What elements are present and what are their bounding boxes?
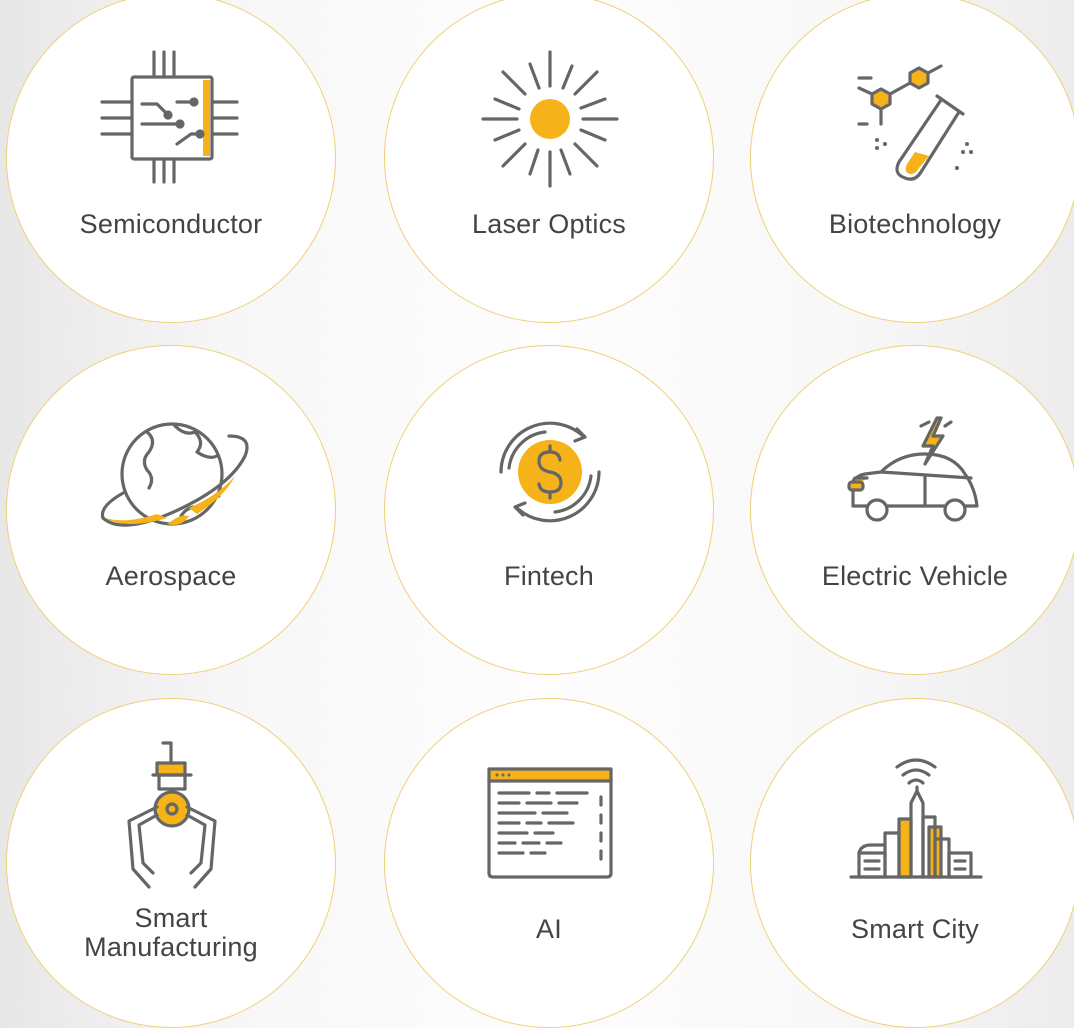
sun-burst-icon xyxy=(481,50,619,188)
industry-tile-smart-manufacturing[interactable]: Smart Manufacturing xyxy=(6,698,336,1028)
code-window-icon xyxy=(487,767,613,879)
industry-label-line: Manufacturing xyxy=(84,932,258,962)
industry-label: AI xyxy=(536,914,562,944)
planet-icon xyxy=(100,422,249,527)
industry-label: Smart City xyxy=(850,914,979,944)
industry-label: Fintech xyxy=(504,561,594,591)
industry-tile-semiconductor[interactable]: Semiconductor xyxy=(6,0,336,323)
industry-label: Aerospace xyxy=(105,561,237,591)
test-tube-molecule-icon xyxy=(857,64,973,181)
industry-tile-biotechnology[interactable]: Biotechnology xyxy=(750,0,1074,323)
industry-label: Smart Manufacturing xyxy=(7,904,335,962)
electric-car-icon xyxy=(847,416,979,522)
industry-label: Biotechnology xyxy=(828,209,1002,239)
industry-label-line: Smart xyxy=(134,903,208,933)
industry-tile-ai[interactable]: AI xyxy=(384,698,714,1028)
industry-label: Semiconductor xyxy=(79,209,263,239)
industry-tile-smart-city[interactable]: Smart City xyxy=(750,698,1074,1028)
industry-tile-aerospace[interactable]: Aerospace xyxy=(6,345,336,675)
industry-grid: Semiconductor Laser Optics Biotechnology… xyxy=(0,0,1074,1028)
industry-label: Laser Optics xyxy=(472,209,626,239)
industry-tile-fintech[interactable]: Fintech xyxy=(384,345,714,675)
robotic-claw-icon xyxy=(127,741,217,889)
industry-label: Electric Vehicle xyxy=(821,561,1009,591)
industry-tile-electric-vehicle[interactable]: Electric Vehicle xyxy=(750,345,1074,675)
dollar-cycle-icon xyxy=(499,421,601,523)
industry-tile-laser-optics[interactable]: Laser Optics xyxy=(384,0,714,323)
city-wifi-icon xyxy=(849,758,983,879)
chip-icon xyxy=(100,50,239,184)
